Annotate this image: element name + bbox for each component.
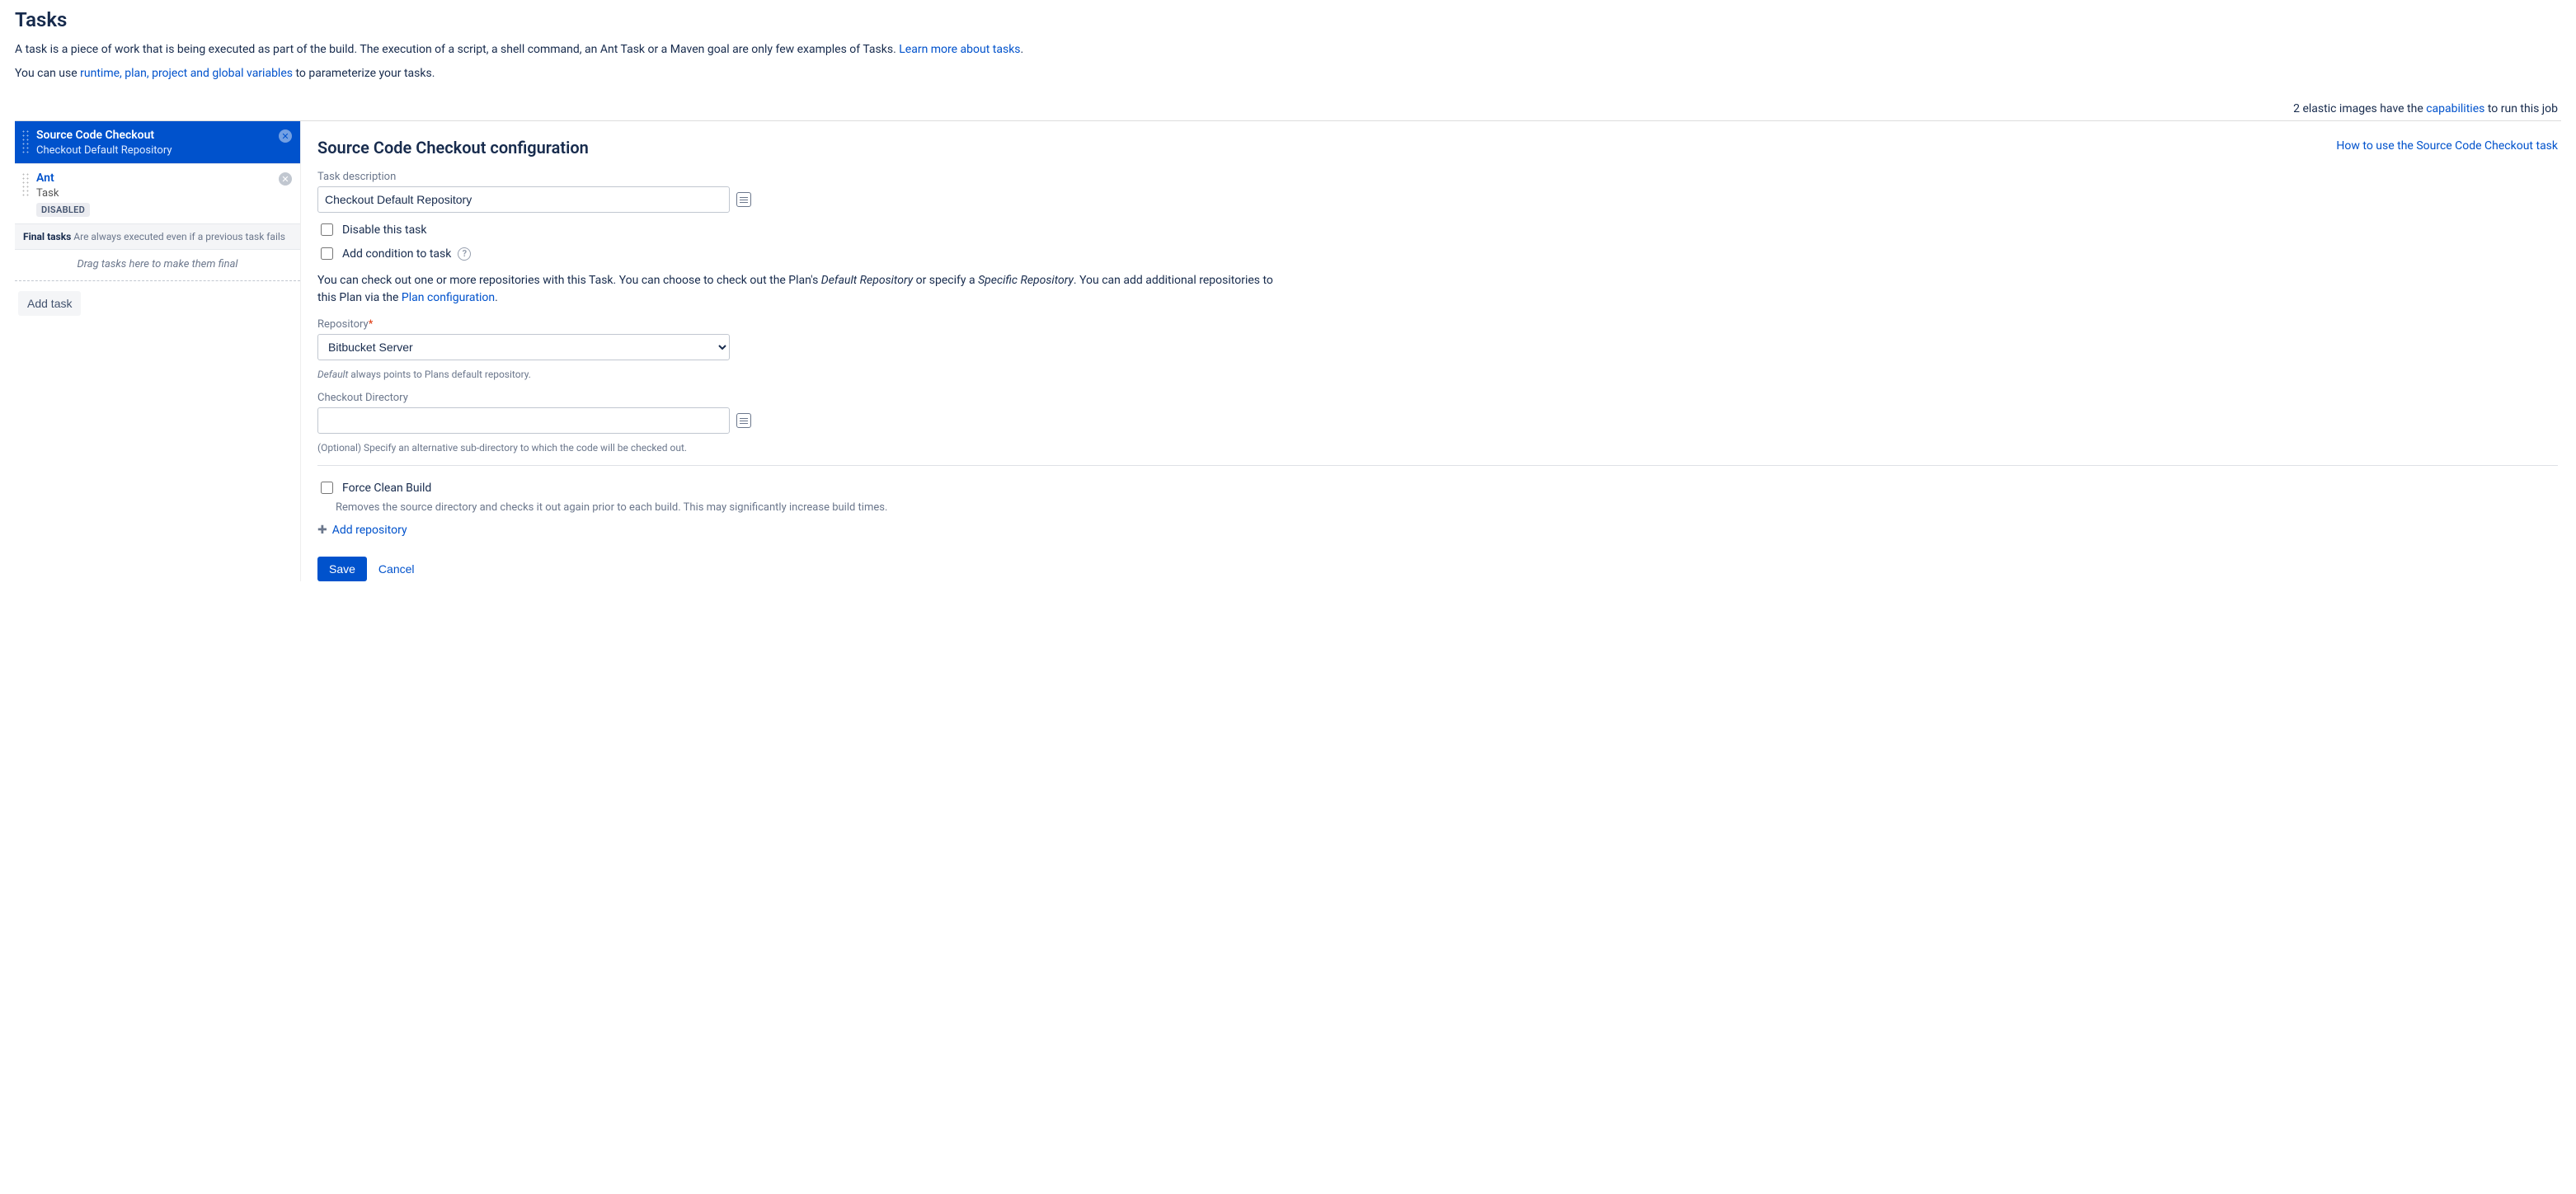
intro-pre: A task is a piece of work that is being … xyxy=(15,43,899,56)
disabled-badge: DISABLED xyxy=(36,203,90,217)
add-condition-row: Add condition to task ? xyxy=(317,245,2558,262)
plus-icon: ✚ xyxy=(317,524,327,537)
add-condition-checkbox[interactable] xyxy=(321,247,333,260)
add-condition-label: Add condition to task xyxy=(342,247,451,261)
repository-label: Repository* xyxy=(317,318,2558,331)
force-clean-hint: Removes the source directory and checks … xyxy=(336,501,2558,514)
drag-handle-icon[interactable] xyxy=(21,172,30,197)
repository-hint: Default always points to Plans default r… xyxy=(317,369,2558,380)
task-item-title: Ant xyxy=(36,171,274,186)
repository-description: You can check out one or more repositori… xyxy=(317,272,1274,307)
final-tasks-label: Final tasks xyxy=(23,231,71,242)
task-item-titles: Source Code Checkout Checkout Default Re… xyxy=(36,128,274,157)
final-tasks-dropzone[interactable]: Drag tasks here to make them final xyxy=(15,250,300,281)
elastic-pre: 2 elastic images have the xyxy=(2293,102,2426,115)
param-pre: You can use xyxy=(15,67,80,80)
main-content: Source Code Checkout Checkout Default Re… xyxy=(15,120,2561,581)
force-clean-checkbox[interactable] xyxy=(321,482,333,494)
task-list: Source Code Checkout Checkout Default Re… xyxy=(15,121,300,581)
remove-task-icon[interactable]: ✕ xyxy=(279,172,292,186)
help-icon[interactable]: ? xyxy=(458,247,471,261)
task-item-ant[interactable]: Ant Task DISABLED ✕ xyxy=(15,164,300,224)
task-description-label: Task description xyxy=(317,171,2558,183)
panel-header: Source Code Checkout configuration How t… xyxy=(317,138,2558,171)
cancel-button[interactable]: Cancel xyxy=(378,562,415,576)
final-tasks-header: Final tasks Are always executed even if … xyxy=(15,224,300,250)
panel-title: Source Code Checkout configuration xyxy=(317,138,589,157)
force-clean-label: Force Clean Build xyxy=(342,482,431,495)
disable-task-row: Disable this task xyxy=(317,221,2558,238)
task-item-titles: Ant Task DISABLED xyxy=(36,171,274,217)
checkout-directory-hint: (Optional) Specify an alternative sub-di… xyxy=(317,442,2558,454)
task-config-panel: Source Code Checkout configuration How t… xyxy=(300,121,2561,581)
final-tasks-desc: Are always executed even if a previous t… xyxy=(73,231,285,242)
insert-variable-icon[interactable] xyxy=(736,413,751,428)
capabilities-link[interactable]: capabilities xyxy=(2426,102,2484,115)
form-actions: Save Cancel xyxy=(317,557,2558,581)
disable-task-label: Disable this task xyxy=(342,223,427,237)
tasks-page: Tasks A task is a piece of work that is … xyxy=(0,0,2576,614)
intro-line-1: A task is a piece of work that is being … xyxy=(15,41,2561,59)
divider xyxy=(317,465,2558,466)
add-repository-link[interactable]: Add repository xyxy=(332,524,407,537)
disable-task-checkbox[interactable] xyxy=(321,223,333,236)
elastic-capabilities-line: 2 elastic images have the capabilities t… xyxy=(15,102,2561,115)
remove-task-icon[interactable]: ✕ xyxy=(279,129,292,143)
learn-more-link[interactable]: Learn more about tasks xyxy=(899,43,1020,56)
how-to-use-link[interactable]: How to use the Source Code Checkout task xyxy=(2336,139,2558,153)
add-repository-row: ✚ Add repository xyxy=(317,524,2558,537)
repository-select[interactable]: Bitbucket Server xyxy=(317,334,730,360)
task-item-title: Source Code Checkout xyxy=(36,128,274,143)
plan-configuration-link[interactable]: Plan configuration xyxy=(402,291,495,304)
task-item-subtitle: Task xyxy=(36,187,274,200)
param-post: to parameterize your tasks. xyxy=(293,67,435,80)
task-description-row xyxy=(317,186,2558,213)
repository-row: Bitbucket Server xyxy=(317,334,2558,360)
intro-line-2: You can use runtime, plan, project and g… xyxy=(15,65,2561,82)
task-item-source-code-checkout[interactable]: Source Code Checkout Checkout Default Re… xyxy=(15,121,300,164)
drag-handle-icon[interactable] xyxy=(21,129,30,154)
force-clean-row: Force Clean Build xyxy=(317,479,2558,496)
checkout-directory-row xyxy=(317,407,2558,434)
task-description-input[interactable] xyxy=(317,186,730,213)
page-title: Tasks xyxy=(15,8,2561,31)
variables-link[interactable]: runtime, plan, project and global variab… xyxy=(80,67,293,80)
add-task-button[interactable]: Add task xyxy=(18,291,81,316)
save-button[interactable]: Save xyxy=(317,557,367,581)
elastic-post: to run this job xyxy=(2484,102,2558,115)
checkout-directory-label: Checkout Directory xyxy=(317,392,2558,404)
checkout-directory-input[interactable] xyxy=(317,407,730,434)
task-item-subtitle: Checkout Default Repository xyxy=(36,144,274,157)
intro-post: . xyxy=(1021,43,1024,56)
insert-variable-icon[interactable] xyxy=(736,192,751,207)
